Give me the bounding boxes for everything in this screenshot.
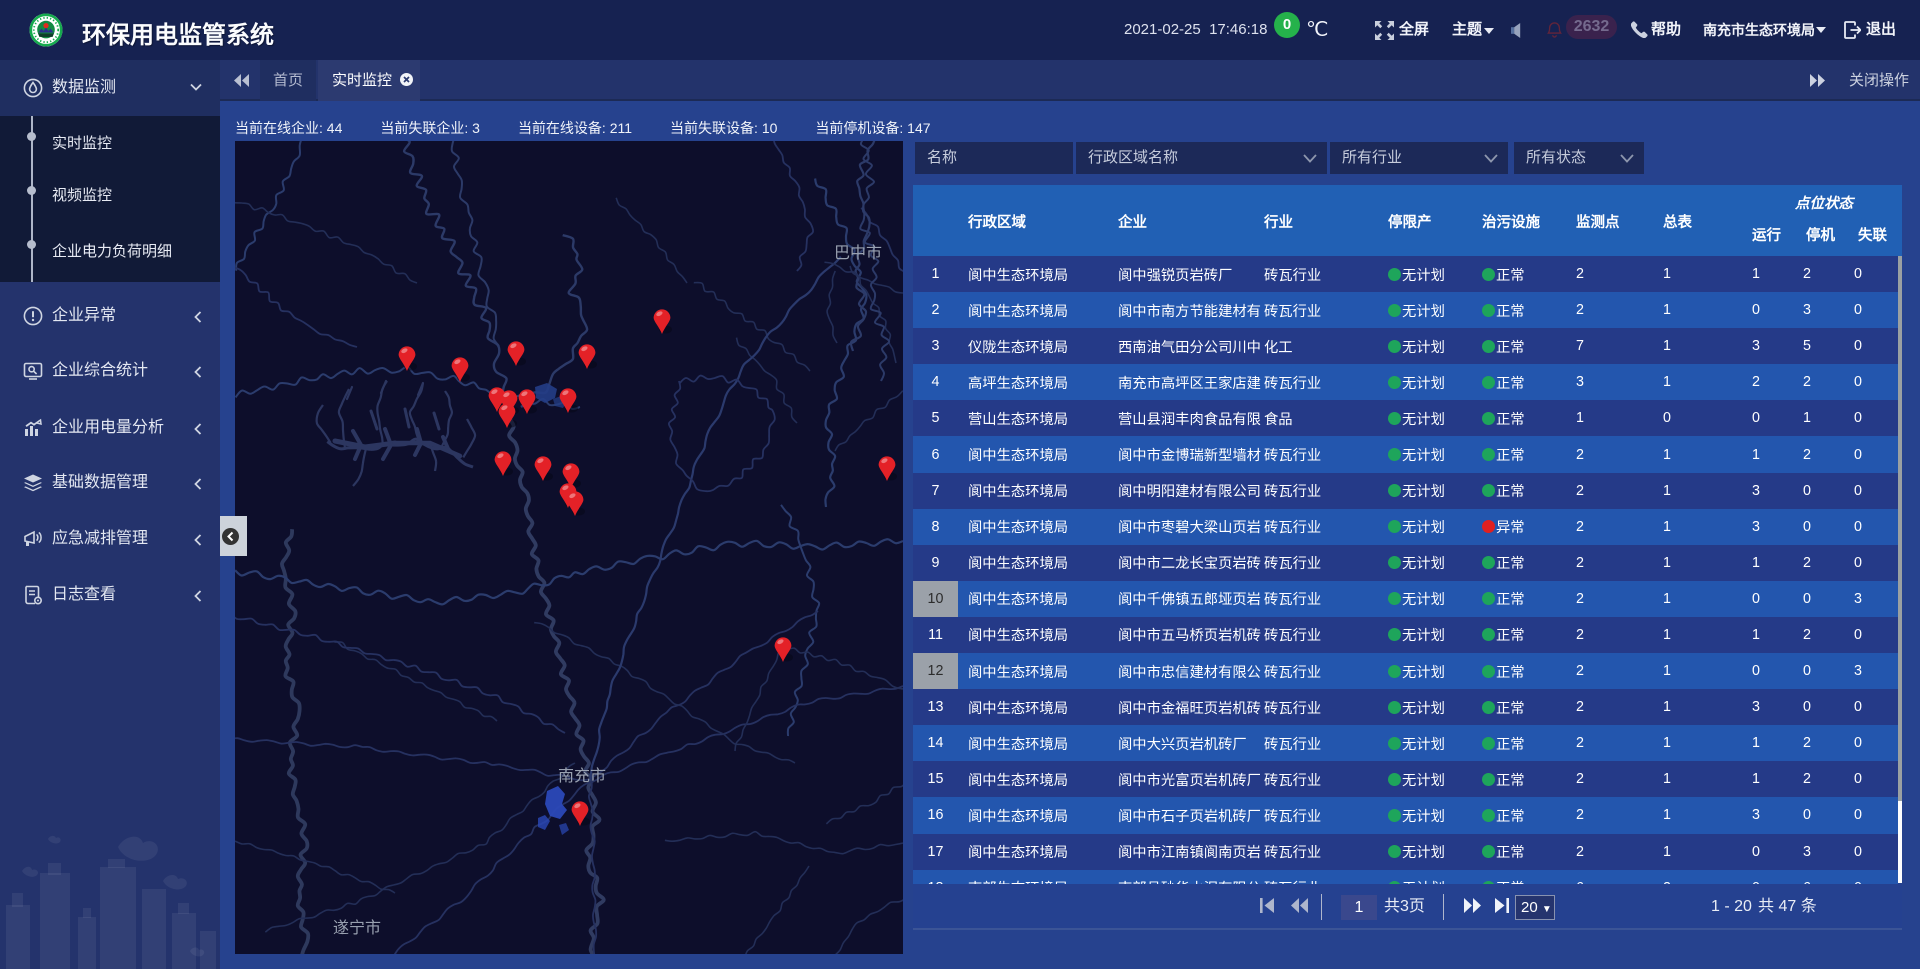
svg-text:南充市: 南充市 [558, 767, 606, 785]
svg-text:巴中市: 巴中市 [834, 244, 882, 262]
svg-text:遂宁市: 遂宁市 [333, 919, 381, 937]
